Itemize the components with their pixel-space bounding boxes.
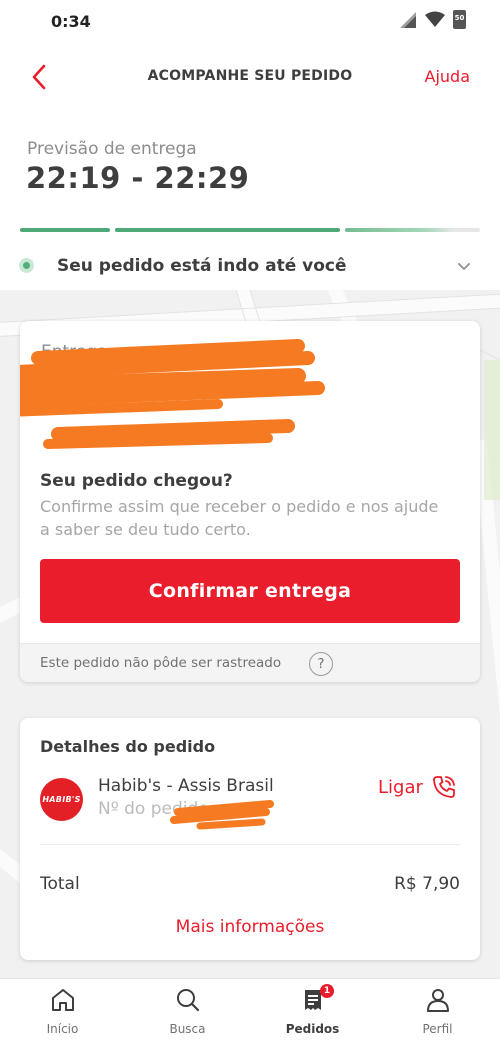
store-logo: HABIB'S: [40, 778, 83, 821]
nav-item-orders[interactable]: 1 Pedidos: [250, 979, 375, 1041]
nav-label-profile: Perfil: [422, 1022, 453, 1036]
nav-item-search[interactable]: Busca: [125, 979, 250, 1041]
total-value: R$ 7,90: [394, 874, 460, 894]
call-label: Ligar: [378, 776, 423, 798]
delivery-card: Entrega em Seu pedido chegou? Confirme a…: [20, 321, 480, 682]
status-icons: 50: [399, 10, 466, 29]
nav-item-profile[interactable]: Perfil: [375, 979, 500, 1041]
tracking-footer: Este pedido não pôde ser rastreado ?: [20, 643, 480, 682]
help-link[interactable]: Ajuda: [425, 67, 471, 86]
progress-segment: [115, 228, 340, 232]
nav-label-home: Início: [46, 1022, 79, 1036]
order-status-text: Seu pedido está indo até você: [57, 256, 347, 276]
status-dot-icon: [19, 258, 34, 273]
store-name: Habib's - Assis Brasil: [98, 776, 274, 796]
total-label: Total: [40, 874, 80, 894]
home-icon: [51, 989, 74, 1011]
more-info-link[interactable]: Mais informações: [20, 917, 480, 937]
delivery-progress: [20, 228, 480, 232]
arrived-title: Seu pedido chegou?: [40, 471, 233, 491]
phone-icon: [432, 776, 455, 798]
battery-icon: 50: [453, 10, 466, 29]
nav-label-orders: Pedidos: [285, 1022, 340, 1036]
status-time: 0:34: [51, 12, 91, 31]
order-details-title: Detalhes do pedido: [40, 737, 216, 756]
nav-label-search: Busca: [169, 1022, 206, 1036]
battery-level: 50: [454, 14, 465, 22]
nav-item-home[interactable]: Início: [0, 979, 125, 1041]
confirm-delivery-button[interactable]: Confirmar entrega: [40, 559, 460, 623]
progress-segment: [20, 228, 110, 232]
profile-icon: [426, 989, 449, 1012]
signal-icon: [400, 11, 416, 28]
store-logo-text: HABIB'S: [42, 795, 81, 804]
forecast-time: 22:19 - 22:29: [26, 161, 250, 195]
call-store-button[interactable]: Ligar: [378, 774, 457, 800]
help-circle-icon[interactable]: ?: [309, 652, 333, 676]
wifi-icon: [425, 11, 445, 27]
arrived-description: Confirme assim que receber o pedido e no…: [40, 497, 439, 539]
tracking-note: Este pedido não pôde ser rastreado: [40, 655, 282, 671]
redaction-mark: [170, 800, 274, 830]
order-status-row[interactable]: Seu pedido está indo até você: [0, 245, 500, 289]
redaction-mark: [20, 339, 325, 449]
progress-segment: [345, 228, 480, 232]
status-bar: 0:34 50: [0, 0, 500, 44]
divider: [40, 844, 460, 845]
orders-badge: 1: [320, 984, 334, 998]
search-icon: [176, 989, 199, 1012]
order-details-card: Detalhes do pedido HABIB'S Habib's - Ass…: [20, 718, 480, 960]
forecast-label: Previsão de entrega: [27, 139, 197, 159]
chevron-down-icon[interactable]: [456, 258, 472, 274]
bottom-nav: Início Busca 1 Pedidos Perfil: [0, 978, 500, 1041]
